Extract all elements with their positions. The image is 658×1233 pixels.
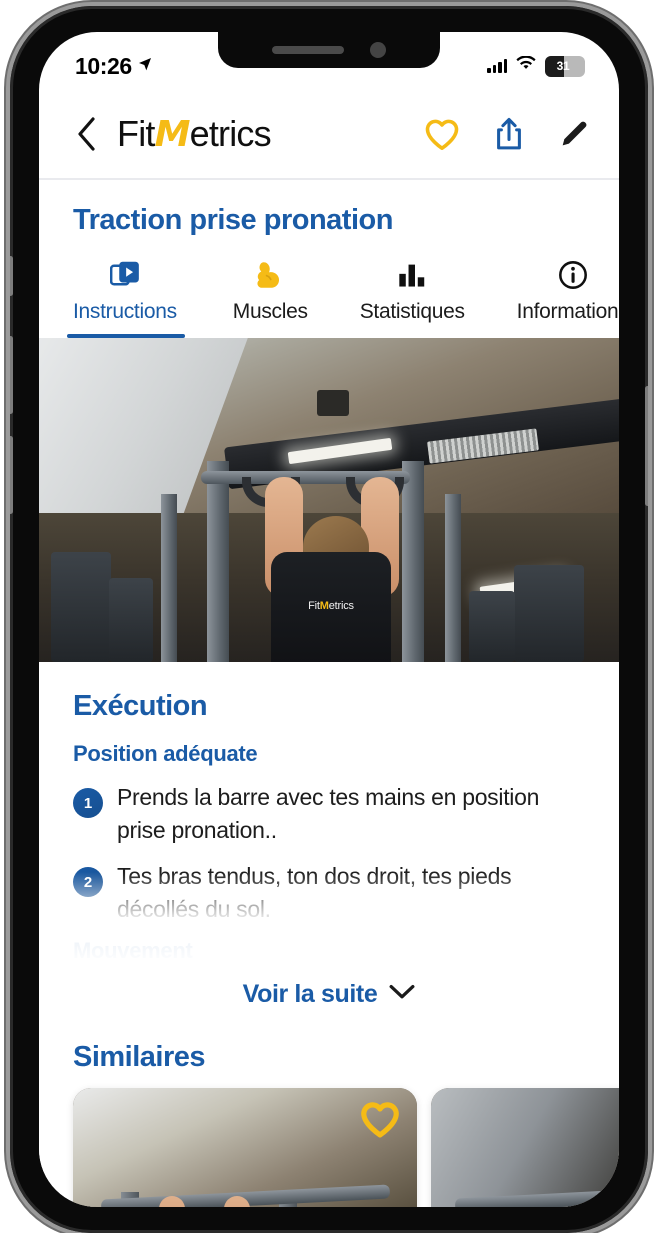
similar-card[interactable] (73, 1087, 417, 1207)
video-ceiling-box (317, 389, 350, 416)
phone-screen: 10:26 31 Fit M etrics Traction prise pro… (39, 32, 619, 1207)
step-text: Prends la barre avec tes mains en positi… (117, 784, 540, 843)
top-navigation-bar: Fit Metrics (39, 90, 619, 178)
silent-switch[interactable] (10, 256, 13, 296)
status-time: 10:26 (75, 52, 132, 79)
similar-heading: Similaires (73, 1040, 206, 1073)
page-title: Traction prise pronation (73, 204, 393, 236)
position-subheading: Position adéquate (73, 741, 258, 766)
info-circle-icon (558, 259, 588, 291)
execution-step: 2 Tes bras tendus, ton dos droit, tes pi… (73, 860, 585, 925)
see-more-label: Voir la suite (242, 979, 378, 1008)
card-thumbnail (431, 1087, 619, 1207)
step-number-badge: 2 (73, 867, 103, 898)
app-logo-suffix: etrics (189, 113, 272, 154)
battery-icon: 31 (545, 55, 585, 77)
phone-frame: 10:26 31 Fit M etrics Traction prise pro… (10, 6, 648, 1233)
video-machine (50, 551, 111, 662)
tab-label: Informations (516, 300, 619, 323)
exercise-video-player[interactable]: FitMetrics (39, 338, 619, 662)
video-machine (108, 577, 153, 662)
step-number-badge: 1 (73, 788, 103, 818)
battery-level-label: 31 (556, 59, 570, 73)
bar-chart-icon (397, 259, 427, 291)
execution-step: 1 Prends la barre avec tes mains en posi… (73, 781, 585, 846)
device-notch (218, 32, 440, 68)
execution-section: Exécution Position adéquate 1 Prends la … (39, 662, 619, 964)
tab-label: Statistiques (359, 300, 465, 323)
back-button[interactable] (69, 116, 103, 152)
status-bar-right: 31 (487, 55, 585, 77)
tab-label: Muscles (232, 300, 308, 323)
tab-label: Instructions (73, 300, 177, 323)
video-athlete-torso: FitMetrics (271, 551, 391, 662)
heart-filled-icon[interactable] (359, 1100, 401, 1143)
tab-bar: Instructions Muscles Statistiques Inform… (39, 237, 619, 338)
shirt-brand-logo: FitMetrics (308, 599, 354, 612)
video-machine (468, 590, 515, 662)
similar-section: Similaires (39, 1019, 619, 1207)
tab-informations[interactable]: Informations (491, 259, 619, 338)
power-button[interactable] (645, 386, 648, 506)
execution-heading: Exécution (73, 690, 208, 722)
step-text: Tes bras tendus, ton dos droit, tes pied… (117, 863, 512, 922)
video-playlist-icon (109, 259, 140, 291)
see-more-button[interactable]: Voir la suite (39, 964, 619, 1019)
front-camera-icon (370, 42, 386, 58)
video-rack-post (445, 493, 461, 662)
tab-muscles[interactable]: Muscles (207, 259, 334, 338)
pencil-icon[interactable] (557, 117, 591, 151)
tab-statistiques[interactable]: Statistiques (334, 259, 491, 338)
wifi-icon (516, 55, 536, 76)
volume-up-button[interactable] (10, 336, 13, 414)
nav-actions (423, 116, 591, 152)
status-bar-left: 10:26 (75, 53, 153, 80)
movement-subheading: Mouvement (73, 937, 193, 963)
video-rack-post (160, 493, 177, 662)
video-rack-post (401, 461, 424, 662)
location-arrow-icon (137, 56, 153, 77)
video-machine (514, 564, 585, 662)
app-logo: Fit Metrics (117, 113, 272, 155)
app-logo-accent: M (154, 114, 191, 155)
cellular-bars-icon (487, 59, 507, 73)
chevron-down-icon (389, 984, 415, 1005)
tab-instructions[interactable]: Instructions (39, 259, 207, 338)
heart-outline-icon[interactable] (423, 117, 461, 151)
video-rack-post (207, 461, 230, 662)
app-logo-prefix: Fit (117, 113, 155, 154)
speaker-grille-icon (272, 46, 344, 54)
similar-cards-list[interactable] (73, 1087, 619, 1207)
volume-down-button[interactable] (10, 436, 13, 514)
share-icon[interactable] (493, 116, 525, 152)
similar-card[interactable] (431, 1087, 619, 1207)
flexed-biceps-icon (254, 259, 286, 291)
page-content: Traction prise pronation Instructions Mu… (39, 178, 619, 1207)
